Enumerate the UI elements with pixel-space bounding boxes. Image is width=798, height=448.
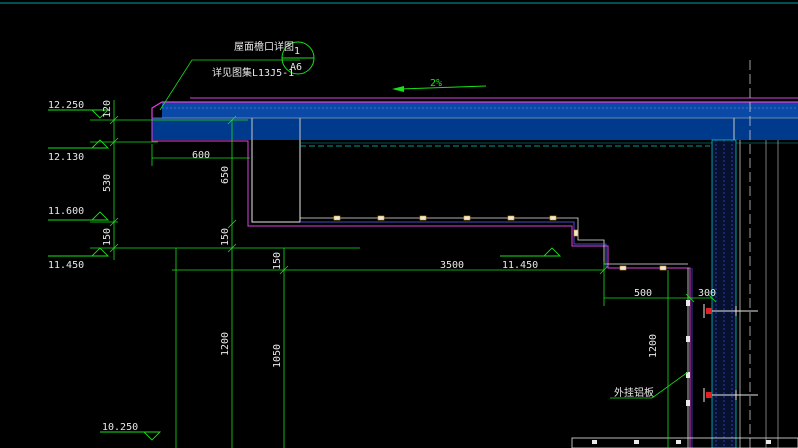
elevation-2: 12.130 — [48, 152, 84, 163]
dim-300: 300 — [698, 288, 716, 299]
drawing-svg: 2% 1 A6 屋面檐口详图 详见图集L13J5-1 12.250 12.130… — [0, 2, 798, 448]
slope-label: 2% — [430, 78, 442, 89]
elevation-3: 11.600 — [48, 206, 84, 217]
detail-reference: 详见图集L13J5-1 — [212, 66, 294, 79]
dim-150-mid: 150 — [220, 228, 231, 246]
elevation-marker-4: 11.450 — [48, 247, 110, 271]
detail-callout: 1 A6 屋面檐口详图 详见图集L13J5-1 — [212, 40, 315, 79]
elevation-4: 11.450 — [48, 260, 84, 271]
detail-number: 1 — [294, 46, 300, 57]
elevation-6: 11.450 — [502, 260, 538, 271]
elevation-1: 12.250 — [48, 100, 84, 111]
cladding-label: 外挂铝板 — [614, 386, 654, 399]
roof-insulation-layer — [162, 102, 798, 118]
dim-150-left: 150 — [102, 228, 113, 246]
dim-150-lower: 150 — [272, 252, 283, 270]
dim-1200-right: 1200 — [648, 334, 659, 358]
roof-slab — [151, 97, 798, 448]
dim-500: 500 — [634, 288, 652, 299]
dim-1050: 1050 — [272, 344, 283, 368]
elevation-marker-1: 12.250 — [48, 100, 110, 119]
dim-600: 600 — [192, 150, 210, 161]
cad-drawing-canvas[interactable]: 2% 1 A6 屋面檐口详图 详见图集L13J5-1 12.250 12.130… — [0, 0, 798, 448]
roof-slab-fill — [152, 118, 798, 140]
elevation-marker-3: 11.600 — [48, 206, 110, 221]
elevation-5: 10.250 — [102, 422, 138, 433]
eave-soffit-outline — [151, 108, 691, 448]
dim-1200-left: 1200 — [220, 332, 231, 356]
dim-530: 530 — [102, 174, 113, 192]
dim-3500: 3500 — [440, 260, 464, 271]
dim-120: 120 — [102, 100, 113, 118]
elevation-marker-5: 10.250 — [100, 422, 162, 441]
detail-title: 屋面檐口详图 — [234, 40, 294, 53]
elevation-marker-2: 12.130 — [48, 139, 110, 163]
slope-arrow: 2% — [392, 78, 487, 92]
dim-650: 650 — [220, 166, 231, 184]
elevation-marker-6: 11.450 — [500, 247, 562, 271]
edge-beam — [251, 140, 301, 223]
